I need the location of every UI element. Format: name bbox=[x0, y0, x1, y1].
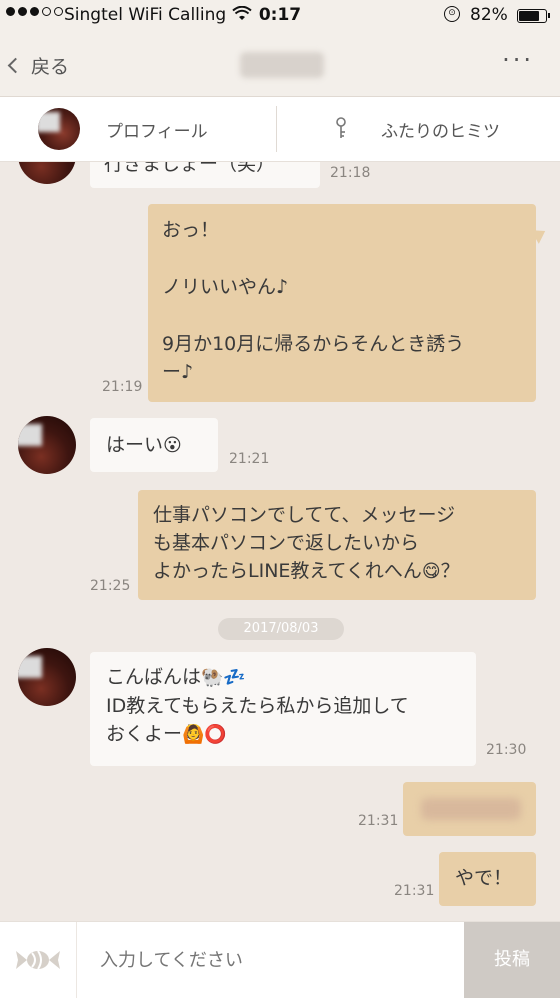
back-button[interactable]: 戻る bbox=[7, 52, 70, 79]
incoming-message: はーい😮 bbox=[90, 418, 218, 472]
tab-divider bbox=[276, 106, 277, 152]
message-line: おっ！ bbox=[162, 219, 220, 241]
tab-profile[interactable]: プロフィール bbox=[0, 97, 279, 161]
battery-percentage: 82% bbox=[470, 5, 508, 25]
surprised-face-icon: 😮 bbox=[163, 435, 182, 456]
avatar[interactable] bbox=[18, 162, 76, 184]
message-line: おくよー bbox=[106, 723, 183, 745]
outgoing-message: 仕事パソコンでしてて、メッセージ も基本パソコンで返したいから よかったらLIN… bbox=[138, 490, 536, 600]
message-line: よかったらLINE教えてくれへん bbox=[153, 560, 422, 582]
tab-secret[interactable]: ふたりのヒミツ bbox=[280, 97, 559, 161]
candy-icon[interactable] bbox=[14, 946, 62, 974]
incoming-message: こんばんは🐏💤 ID教えてもらえたら私から追加して おくよー🙆⭕ bbox=[90, 652, 476, 766]
message-line: ノリいいやん♪ bbox=[162, 276, 289, 298]
profile-tabs: プロフィール ふたりのヒミツ bbox=[0, 97, 560, 162]
outgoing-message-blurred bbox=[403, 782, 536, 836]
incoming-message: 行きましょー（笑） bbox=[90, 162, 320, 188]
message-time: 21:18 bbox=[330, 165, 371, 181]
message-time: 21:19 bbox=[102, 379, 143, 395]
message-line: ID教えてもらえたら私から追加して bbox=[106, 695, 409, 717]
sheep-sleeping-icon: 🐏💤 bbox=[201, 667, 246, 688]
tab-profile-label: プロフィール bbox=[106, 122, 208, 142]
message-line: 仕事パソコンでしてて、メッセージ bbox=[153, 504, 456, 526]
blurred-text bbox=[421, 798, 521, 820]
date-separator: 2017/08/03 bbox=[218, 618, 344, 640]
message-time: 21:30 bbox=[486, 742, 527, 758]
post-button[interactable]: 投稿 bbox=[464, 922, 560, 998]
composer-divider bbox=[76, 922, 77, 998]
ok-gesture-circle-icon: 🙆⭕ bbox=[182, 724, 227, 745]
message-time: 21:21 bbox=[229, 451, 270, 467]
avatar bbox=[38, 108, 80, 150]
navigation-bar: 戻る ··· bbox=[0, 34, 560, 97]
key-icon bbox=[336, 117, 346, 138]
chevron-left-icon bbox=[7, 57, 24, 74]
message-line: 9月か10月に帰るからそんとき誘う bbox=[162, 333, 465, 355]
message-text: はーい bbox=[106, 434, 164, 456]
message-line: こんばんは bbox=[106, 666, 202, 688]
back-label: 戻る bbox=[31, 56, 70, 78]
message-line-end: ？ bbox=[440, 560, 460, 582]
message-time: 21:25 bbox=[90, 578, 131, 594]
outgoing-message: おっ！ ノリいいやん♪ 9月か10月に帰るからそんとき誘う ー♪ bbox=[148, 204, 536, 402]
blurred-contact-name bbox=[240, 52, 324, 78]
composer-bar: 投稿 bbox=[0, 921, 560, 998]
chat-history[interactable]: 行きましょー（笑） 21:18 21:19 おっ！ ノリいいやん♪ 9月か10月… bbox=[0, 162, 560, 920]
battery-icon bbox=[517, 9, 550, 23]
more-options-button[interactable]: ··· bbox=[502, 46, 534, 74]
tab-secret-label: ふたりのヒミツ bbox=[381, 122, 500, 142]
outgoing-message: やで！ bbox=[439, 852, 536, 906]
status-bar: Singtel WiFi Calling 0:17 ⊙ 82% bbox=[0, 0, 560, 34]
message-input[interactable] bbox=[98, 944, 452, 976]
message-time: 21:31 bbox=[394, 883, 435, 899]
message-text: やで！ bbox=[455, 867, 513, 889]
message-line: ー♪ bbox=[162, 361, 194, 383]
avatar[interactable] bbox=[18, 648, 76, 706]
message-text: 行きましょー（笑） bbox=[104, 162, 276, 175]
avatar[interactable] bbox=[18, 416, 76, 474]
message-time: 21:31 bbox=[358, 813, 399, 829]
message-line: も基本パソコンで返したいから bbox=[153, 532, 420, 554]
rotation-lock-icon: ⊙ bbox=[444, 6, 460, 22]
yum-face-icon: 😋 bbox=[421, 561, 441, 582]
